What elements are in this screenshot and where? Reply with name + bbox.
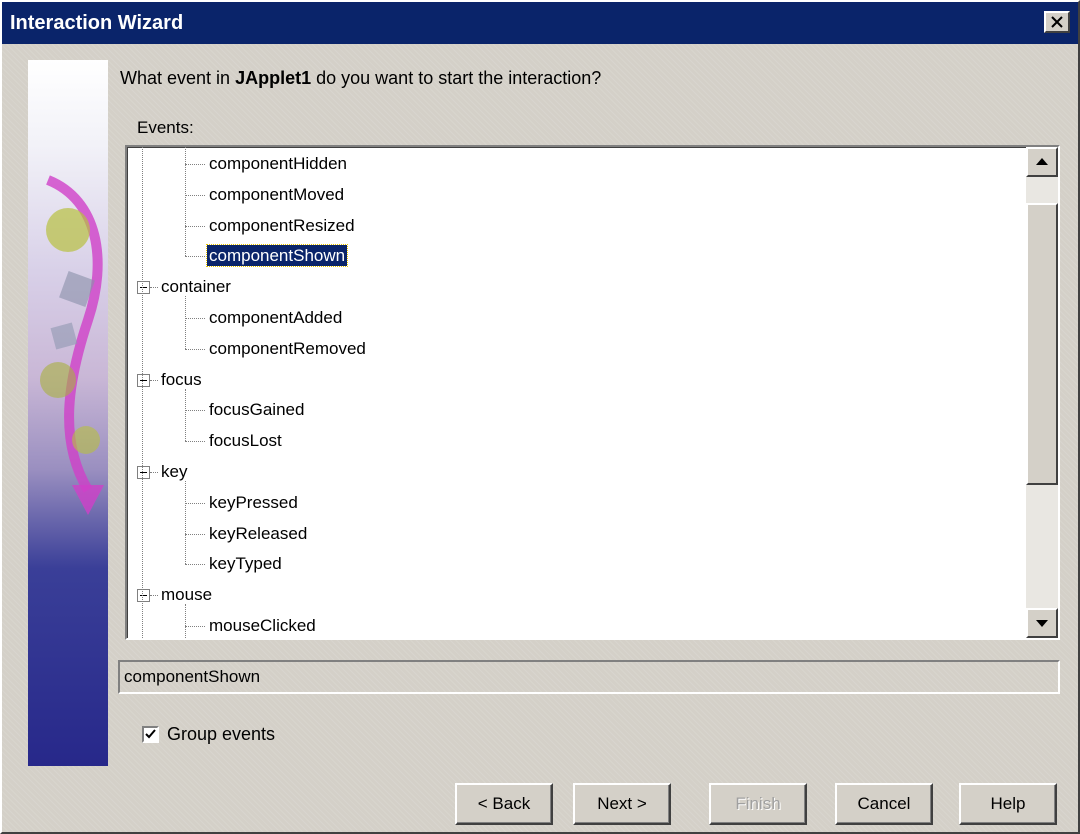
tree-item-label: keyTyped bbox=[209, 554, 282, 574]
tree-connector bbox=[185, 533, 205, 535]
arrow-down-icon bbox=[1036, 620, 1048, 627]
tree-connector bbox=[185, 318, 205, 319]
question-suffix: do you want to start the interaction? bbox=[316, 68, 602, 88]
tree-category[interactable]: container bbox=[159, 272, 233, 302]
arrow-up-icon bbox=[1036, 158, 1048, 165]
tree-event-item[interactable]: componentRemoved bbox=[207, 334, 368, 364]
tree-connector bbox=[142, 147, 143, 638]
tree-item-label: mouseClicked bbox=[209, 616, 316, 635]
tree-connector bbox=[185, 564, 205, 566]
tree-event-item[interactable]: keyReleased bbox=[207, 519, 309, 549]
tree-item-label: componentRemoved bbox=[209, 338, 366, 358]
selected-event-field: componentShown bbox=[118, 660, 1060, 694]
tree-event-item[interactable]: keyPressed bbox=[207, 488, 300, 518]
tree-connector bbox=[185, 604, 186, 638]
tree-item-label: focusLost bbox=[209, 431, 282, 451]
tree-item-label: keyReleased bbox=[209, 523, 308, 543]
tree-connector bbox=[185, 410, 205, 412]
tree-connector bbox=[185, 502, 205, 504]
tree-connector bbox=[185, 348, 205, 350]
tree-connector bbox=[185, 194, 205, 196]
tree-connector bbox=[185, 296, 186, 349]
interaction-wizard-window: Interaction Wizard What event in JApplet… bbox=[0, 0, 1080, 834]
collapse-icon[interactable] bbox=[137, 373, 150, 387]
tree-connector bbox=[150, 472, 158, 473]
scroll-down-button[interactable] bbox=[1026, 608, 1058, 638]
tree-item-label: componentAdded bbox=[209, 308, 343, 327]
tree-item-label: keyPressed bbox=[209, 492, 298, 512]
tree-event-item[interactable]: focusLost bbox=[207, 426, 284, 456]
group-events-checkbox[interactable]: Group events bbox=[142, 724, 275, 745]
tree-item-label: focusGained bbox=[209, 400, 305, 420]
tree-scrollbar[interactable] bbox=[1026, 147, 1058, 638]
tree-item-label: focus bbox=[161, 369, 202, 389]
tree-item-label: container bbox=[161, 277, 231, 297]
collapse-icon[interactable] bbox=[137, 281, 150, 295]
tree-item-label: componentHidden bbox=[209, 154, 347, 173]
tree-connector bbox=[185, 626, 205, 627]
cancel-button[interactable]: Cancel bbox=[835, 783, 933, 825]
help-button[interactable]: Help bbox=[959, 783, 1057, 825]
tree-connector bbox=[150, 595, 158, 597]
collapse-icon[interactable] bbox=[137, 466, 150, 479]
events-tree[interactable]: componentHidden componentMoved componentRe… bbox=[125, 145, 1060, 640]
tree-item-label: componentResized bbox=[209, 215, 355, 235]
tree-connector bbox=[185, 147, 186, 257]
tree-event-item[interactable]: componentShown bbox=[205, 241, 349, 271]
title-bar[interactable]: Interaction Wizard bbox=[2, 2, 1078, 44]
tree-item-label: mouse bbox=[161, 585, 213, 605]
check-icon bbox=[145, 729, 156, 739]
wizard-question: What event in JApplet1 do you want to st… bbox=[120, 68, 601, 89]
close-button[interactable] bbox=[1044, 11, 1070, 33]
tree-connector bbox=[150, 379, 158, 381]
finish-button: Finish bbox=[709, 783, 807, 825]
tree-item-label: componentMoved bbox=[209, 184, 345, 204]
tree-connector bbox=[185, 481, 186, 565]
tree-event-item[interactable]: mouseClicked bbox=[207, 611, 318, 638]
tree-connector bbox=[185, 441, 205, 443]
tree-connector bbox=[185, 256, 205, 258]
question-prefix: What event in bbox=[120, 68, 231, 88]
tree-event-item[interactable]: componentResized bbox=[207, 211, 357, 241]
tree-item-label: key bbox=[161, 462, 188, 481]
group-events-label: Group events bbox=[167, 724, 276, 744]
tree-category[interactable]: focus bbox=[159, 365, 204, 395]
checkbox-box[interactable] bbox=[142, 726, 159, 743]
next-button[interactable]: Next > bbox=[573, 783, 671, 825]
tree-connector bbox=[150, 287, 158, 289]
question-component: JApplet1 bbox=[235, 68, 312, 88]
tree-connector bbox=[185, 388, 186, 442]
tree-event-item[interactable]: keyTyped bbox=[207, 549, 284, 579]
tree-event-item[interactable]: componentHidden bbox=[207, 149, 349, 179]
tree-event-item[interactable]: componentAdded bbox=[207, 303, 344, 333]
tree-event-item[interactable]: focusGained bbox=[207, 395, 306, 425]
collapse-icon[interactable] bbox=[137, 589, 150, 603]
tree-category[interactable]: mouse bbox=[159, 580, 214, 610]
back-button[interactable]: < Back bbox=[455, 783, 553, 825]
tree-connector bbox=[185, 225, 205, 227]
events-label: Events: bbox=[137, 118, 194, 137]
tree-connector bbox=[185, 164, 205, 165]
window-title: Interaction Wizard bbox=[10, 12, 184, 34]
wizard-side-graphic bbox=[28, 60, 108, 766]
close-icon bbox=[1051, 16, 1063, 28]
scroll-thumb[interactable] bbox=[1026, 203, 1058, 485]
scroll-up-button[interactable] bbox=[1026, 147, 1058, 177]
tree-event-item[interactable]: componentMoved bbox=[207, 180, 346, 210]
tree-item-label: componentShown bbox=[205, 244, 349, 268]
